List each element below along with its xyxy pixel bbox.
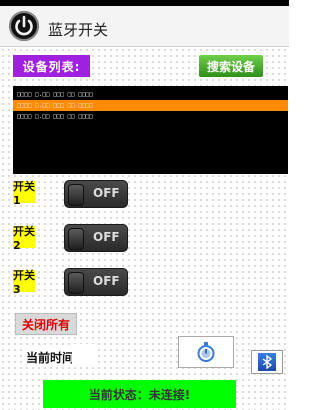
connection-status: 当前状态：未连接! — [43, 380, 236, 408]
search-devices-button[interactable]: 搜索设备 — [199, 55, 263, 77]
switch-2-state: OFF — [93, 230, 120, 244]
switch-1-toggle[interactable]: OFF — [64, 180, 128, 208]
bluetooth-button[interactable] — [251, 350, 283, 374]
toggle-knob — [68, 184, 84, 206]
bluetooth-icon — [258, 353, 276, 371]
current-time-value — [72, 344, 96, 366]
switch-3-toggle[interactable]: OFF — [64, 268, 128, 296]
device-list-item-selected[interactable]: □□□□ □.□□ □□□ □□ □□□□ — [13, 100, 288, 111]
stopwatch-button[interactable] — [178, 336, 234, 368]
switch-2-toggle[interactable]: OFF — [64, 224, 128, 252]
device-list-item[interactable]: □□□□ □.□□ □□□ □□ □□□□ — [13, 89, 288, 100]
toggle-knob — [68, 272, 84, 294]
switch-3-state: OFF — [93, 274, 120, 288]
switch-3-label: 开关3 — [13, 268, 35, 296]
title-bar: 蓝牙开关 — [0, 6, 289, 47]
switch-1-label: 开关1 — [13, 179, 35, 207]
device-list-item[interactable]: □□□□ □.□□ □□□ □□ □□□□ — [13, 111, 288, 122]
power-icon — [9, 11, 39, 41]
toggle-knob — [68, 228, 84, 250]
device-list-button[interactable]: 设备列表: — [13, 55, 90, 77]
app-title: 蓝牙开关 — [48, 21, 109, 39]
close-all-button[interactable]: 关闭所有 — [15, 313, 77, 335]
switch-2-label: 开关2 — [13, 224, 35, 252]
stopwatch-icon — [197, 342, 215, 362]
current-time-label: 当前时间 — [24, 349, 77, 366]
switch-1-state: OFF — [93, 186, 120, 200]
device-list[interactable]: □□□□ □.□□ □□□ □□ □□□□ □□□□ □.□□ □□□ □□ □… — [13, 86, 288, 174]
